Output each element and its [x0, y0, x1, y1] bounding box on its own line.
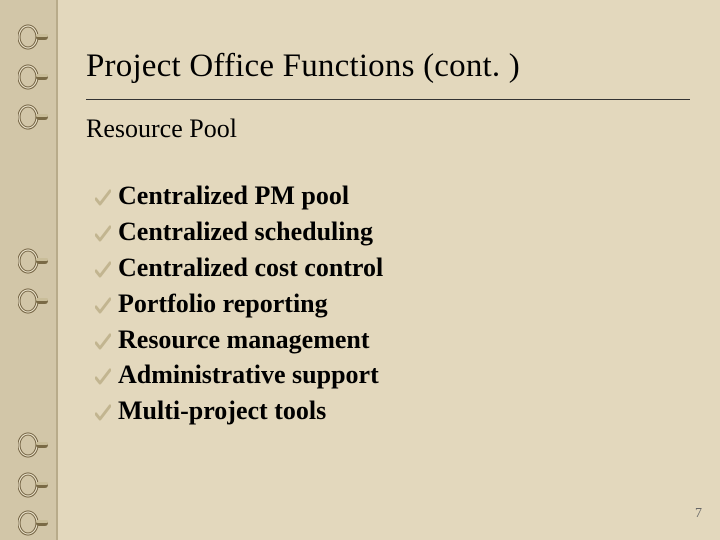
- binder-ring-icon: [18, 288, 48, 314]
- slide-subtitle: Resource Pool: [86, 114, 690, 144]
- bullet-text: Administrative support: [118, 357, 379, 393]
- binder-ring-icon: [18, 104, 48, 130]
- binder-ring-icon: [18, 510, 48, 536]
- binder-ring-icon: [18, 472, 48, 498]
- slide-title: Project Office Functions (cont. ): [86, 48, 690, 85]
- bullet-text: Centralized cost control: [118, 250, 383, 286]
- check-icon: [92, 286, 114, 322]
- list-item: Centralized cost control: [92, 250, 690, 286]
- list-item: Multi-project tools: [92, 393, 690, 429]
- bullet-text: Resource management: [118, 322, 370, 358]
- bullet-text: Centralized PM pool: [118, 178, 349, 214]
- check-icon: [92, 393, 114, 429]
- check-icon: [92, 250, 114, 286]
- binder-ring-icon: [18, 432, 48, 458]
- list-item: Centralized scheduling: [92, 214, 690, 250]
- check-icon: [92, 357, 114, 393]
- list-item: Administrative support: [92, 357, 690, 393]
- check-icon: [92, 178, 114, 214]
- slide-content: Project Office Functions (cont. ) Resour…: [86, 48, 690, 429]
- bullet-text: Portfolio reporting: [118, 286, 328, 322]
- bullet-text: Centralized scheduling: [118, 214, 373, 250]
- title-divider: [86, 99, 690, 100]
- check-icon: [92, 214, 114, 250]
- binder-ring-icon: [18, 64, 48, 90]
- bullet-list: Centralized PM pool Centralized scheduli…: [92, 178, 690, 429]
- list-item: Resource management: [92, 322, 690, 358]
- list-item: Portfolio reporting: [92, 286, 690, 322]
- binder-strip: [0, 0, 58, 540]
- bullet-text: Multi-project tools: [118, 393, 326, 429]
- list-item: Centralized PM pool: [92, 178, 690, 214]
- binder-ring-icon: [18, 24, 48, 50]
- binder-ring-icon: [18, 248, 48, 274]
- check-icon: [92, 322, 114, 358]
- page-number: 7: [695, 506, 702, 522]
